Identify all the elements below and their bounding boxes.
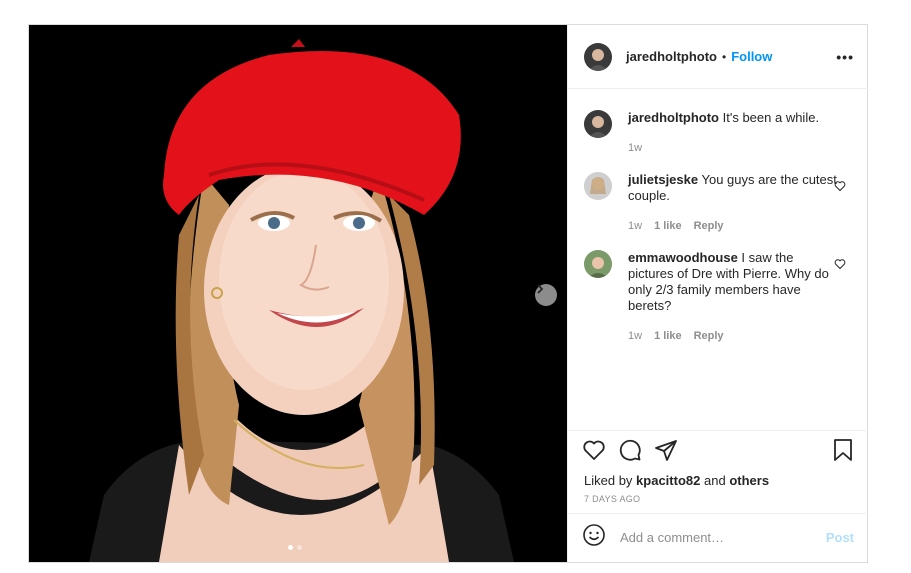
comment-username[interactable]: julietsjeske [628, 172, 698, 187]
chevron-right-icon [537, 284, 544, 294]
comment-input[interactable] [618, 529, 826, 546]
post-timestamp[interactable]: 7 DAYS AGO [568, 488, 868, 504]
follow-button[interactable]: Follow [731, 49, 772, 64]
carousel-dot [297, 545, 302, 550]
liked-by-others[interactable]: others [729, 473, 769, 488]
carousel-indicator [288, 545, 302, 550]
post-sidebar: jaredholtphoto • Follow ••• jaredholtpho… [567, 25, 868, 562]
next-photo-button[interactable] [535, 284, 557, 306]
liked-by-user[interactable]: kpacitto82 [636, 473, 700, 488]
caption-time[interactable]: 1w [628, 140, 642, 156]
comment-item: julietsjeske You guys are the cutest cou… [584, 172, 856, 234]
comment-like-icon[interactable] [834, 257, 846, 275]
comment-likes[interactable]: 1 like [654, 218, 682, 234]
carousel-dot-active [288, 545, 293, 550]
author-username[interactable]: jaredholtphoto [626, 49, 717, 64]
heart-icon[interactable] [582, 438, 606, 467]
caption: jaredholtphoto It's been a while. 1w [584, 110, 856, 156]
reply-button[interactable]: Reply [694, 218, 724, 234]
author-avatar[interactable] [584, 42, 612, 71]
paper-plane-icon[interactable] [654, 438, 678, 467]
comment-time[interactable]: 1w [628, 218, 642, 234]
liked-by-text: Liked by kpacitto82 and others [568, 473, 868, 488]
commenter-avatar[interactable] [584, 172, 612, 200]
comment-likes[interactable]: 1 like [654, 328, 682, 344]
add-comment-bar: Post [568, 513, 868, 561]
post-actions-section: Liked by kpacitto82 and others 7 DAYS AG… [568, 430, 868, 504]
comment-icon[interactable] [618, 438, 642, 467]
post-comment-button[interactable]: Post [826, 530, 854, 545]
more-options-icon[interactable]: ••• [836, 49, 854, 65]
comment-like-icon[interactable] [834, 179, 846, 197]
caption-avatar[interactable] [584, 110, 612, 138]
post-dialog: jaredholtphoto • Follow ••• jaredholtpho… [28, 24, 868, 563]
post-photo[interactable] [29, 25, 567, 562]
bookmark-icon[interactable] [832, 438, 854, 467]
comment-item: emmawoodhouse I saw the pictures of Dre … [584, 250, 856, 344]
liked-by-and: and [703, 473, 726, 488]
caption-text: It's been a while. [722, 110, 820, 125]
caption-username[interactable]: jaredholtphoto [628, 110, 719, 125]
separator-bullet: • [722, 49, 727, 64]
commenter-avatar[interactable] [584, 250, 612, 278]
comments-list: jaredholtphoto It's been a while. 1w jul… [568, 90, 868, 430]
emoji-icon[interactable] [582, 523, 606, 552]
comment-username[interactable]: emmawoodhouse [628, 250, 738, 265]
comment-time[interactable]: 1w [628, 328, 642, 344]
reply-button[interactable]: Reply [694, 328, 724, 344]
liked-by-prefix: Liked by [584, 473, 633, 488]
post-header: jaredholtphoto • Follow ••• [568, 25, 868, 89]
portrait-image [29, 25, 567, 562]
action-bar [568, 431, 868, 473]
